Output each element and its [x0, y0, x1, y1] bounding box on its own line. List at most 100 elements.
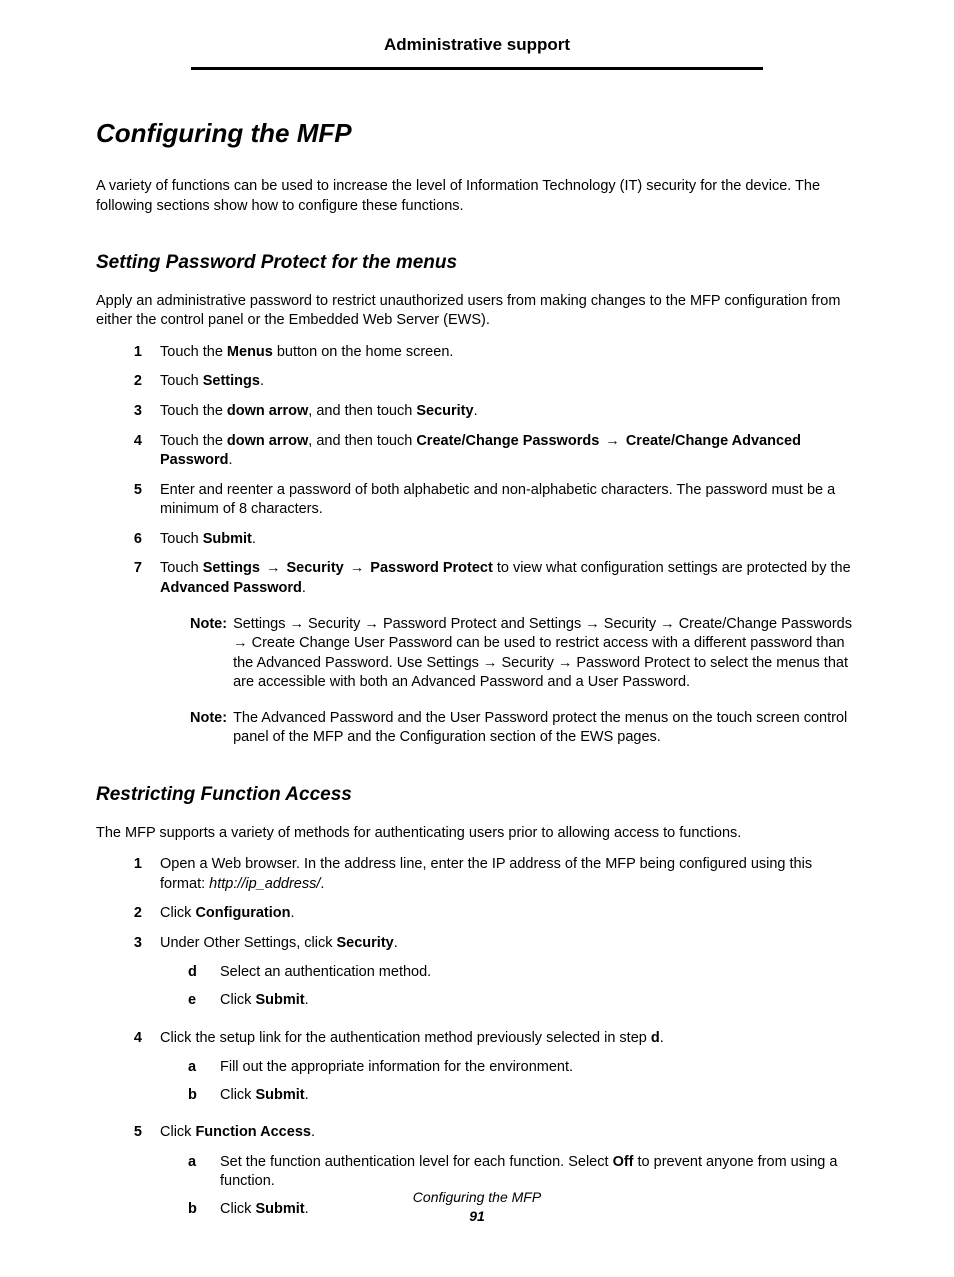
step-body: Open a Web browser. In the address line,…	[160, 855, 858, 894]
note-2: Note: The Advanced Password and the User…	[190, 709, 858, 748]
text: Touch	[160, 373, 203, 389]
bold-term: Submit	[255, 1087, 304, 1103]
section-b-intro: The MFP supports a variety of methods fo…	[96, 824, 858, 844]
note-body: Settings → Security → Password Protect a…	[233, 615, 858, 693]
text: .	[474, 403, 478, 419]
substeps: d Select an authentication method. e Cli…	[188, 963, 858, 1010]
text: Touch the	[160, 344, 227, 360]
step-number: 2	[124, 372, 142, 392]
text: Click	[160, 1124, 195, 1140]
text: Click	[220, 992, 255, 1008]
substep-letter: a	[188, 1153, 202, 1192]
step-body: Click Configuration.	[160, 904, 858, 924]
arrow-icon: →	[599, 433, 626, 449]
section-heading-restricting-access: Restricting Function Access	[96, 782, 858, 808]
text: Touch	[160, 531, 203, 547]
running-header: Administrative support	[96, 34, 858, 67]
step-number: 7	[124, 559, 142, 598]
step-body: Touch the down arrow, and then touch Cre…	[160, 432, 858, 471]
step-2: 2 Touch Settings.	[124, 372, 858, 392]
text: Click	[160, 905, 195, 921]
note-body: The Advanced Password and the User Passw…	[233, 709, 858, 748]
step-4: 4 Click the setup link for the authentic…	[124, 1029, 858, 1114]
section-a-steps: 1 Touch the Menus button on the home scr…	[124, 343, 858, 599]
step-4: 4 Touch the down arrow, and then touch C…	[124, 432, 858, 471]
step-7: 7 Touch Settings → Security → Password P…	[124, 559, 858, 598]
substep-letter: e	[188, 991, 202, 1011]
step-body: Touch Submit.	[160, 530, 858, 550]
substep-body: Select an authentication method.	[220, 963, 431, 983]
step-body: Touch Settings.	[160, 372, 858, 392]
step-body: Touch the Menus button on the home scree…	[160, 343, 858, 363]
step-3: 3 Under Other Settings, click Security. …	[124, 934, 858, 1019]
text: .	[302, 580, 306, 596]
text: .	[252, 531, 256, 547]
bold-term: Settings	[203, 373, 260, 389]
header-rule	[191, 67, 763, 70]
intro-paragraph: A variety of functions can be used to in…	[96, 177, 858, 216]
text: .	[660, 1030, 664, 1046]
step-number: 2	[124, 904, 142, 924]
text: .	[291, 905, 295, 921]
bold-term: Settings	[203, 560, 260, 576]
bold-term: Security	[287, 560, 344, 576]
text: , and then touch	[308, 403, 416, 419]
bold-term: Advanced Password	[160, 580, 302, 596]
step-body: Touch the down arrow, and then touch Sec…	[160, 402, 858, 422]
step-number: 6	[124, 530, 142, 550]
bold-term: Menus	[227, 344, 273, 360]
url-example: http://ip_address/	[209, 876, 320, 892]
substep-d: d Select an authentication method.	[188, 963, 858, 983]
bold-term: d	[651, 1030, 660, 1046]
text: Click the setup link for the authenticat…	[160, 1030, 651, 1046]
bold-term: Off	[613, 1154, 634, 1170]
step-body: Touch Settings → Security → Password Pro…	[160, 559, 858, 598]
note-label: Note:	[190, 709, 227, 748]
step-body: Under Other Settings, click Security. d …	[160, 934, 858, 1019]
substep-e: e Click Submit.	[188, 991, 858, 1011]
step-number: 5	[124, 481, 142, 520]
bold-term: Submit	[255, 992, 304, 1008]
bold-term: Security	[337, 935, 394, 951]
substep-a: a Set the function authentication level …	[188, 1153, 858, 1192]
text: .	[305, 1087, 309, 1103]
text: .	[320, 876, 324, 892]
text: .	[311, 1124, 315, 1140]
step-body: Enter and reenter a password of both alp…	[160, 481, 858, 520]
text: button on the home screen.	[273, 344, 454, 360]
bold-term: Function Access	[195, 1124, 311, 1140]
notes-block: Note: Settings → Security → Password Pro…	[190, 615, 858, 748]
substep-body: Click Submit.	[220, 1086, 309, 1106]
section-heading-password-protect: Setting Password Protect for the menus	[96, 250, 858, 276]
bold-term: down arrow	[227, 433, 308, 449]
text: .	[394, 935, 398, 951]
bold-term: Security	[416, 403, 473, 419]
page: Administrative support Configuring the M…	[0, 0, 954, 1277]
text: .	[260, 373, 264, 389]
section-a-intro: Apply an administrative password to rest…	[96, 292, 858, 331]
note-1: Note: Settings → Security → Password Pro…	[190, 615, 858, 693]
text: , and then touch	[308, 433, 416, 449]
step-1: 1 Touch the Menus button on the home scr…	[124, 343, 858, 363]
bold-term: Create/Change Passwords	[416, 433, 599, 449]
step-3: 3 Touch the down arrow, and then touch S…	[124, 402, 858, 422]
step-number: 4	[124, 1029, 142, 1114]
footer-section-title: Configuring the MFP	[0, 1188, 954, 1207]
step-2: 2 Click Configuration.	[124, 904, 858, 924]
arrow-icon: →	[344, 560, 371, 576]
step-number: 3	[124, 402, 142, 422]
substep-b: b Click Submit.	[188, 1086, 858, 1106]
step-1: 1 Open a Web browser. In the address lin…	[124, 855, 858, 894]
bold-term: Configuration	[195, 905, 290, 921]
text: Touch the	[160, 403, 227, 419]
text: Touch	[160, 560, 203, 576]
substeps: a Fill out the appropriate information f…	[188, 1058, 858, 1105]
text: Click	[220, 1087, 255, 1103]
step-6: 6 Touch Submit.	[124, 530, 858, 550]
text: to view what configuration settings are …	[493, 560, 851, 576]
step-number: 1	[124, 855, 142, 894]
page-footer: Configuring the MFP 91	[0, 1188, 954, 1226]
page-number: 91	[0, 1207, 954, 1226]
text: Under Other Settings, click	[160, 935, 337, 951]
substep-letter: b	[188, 1086, 202, 1106]
